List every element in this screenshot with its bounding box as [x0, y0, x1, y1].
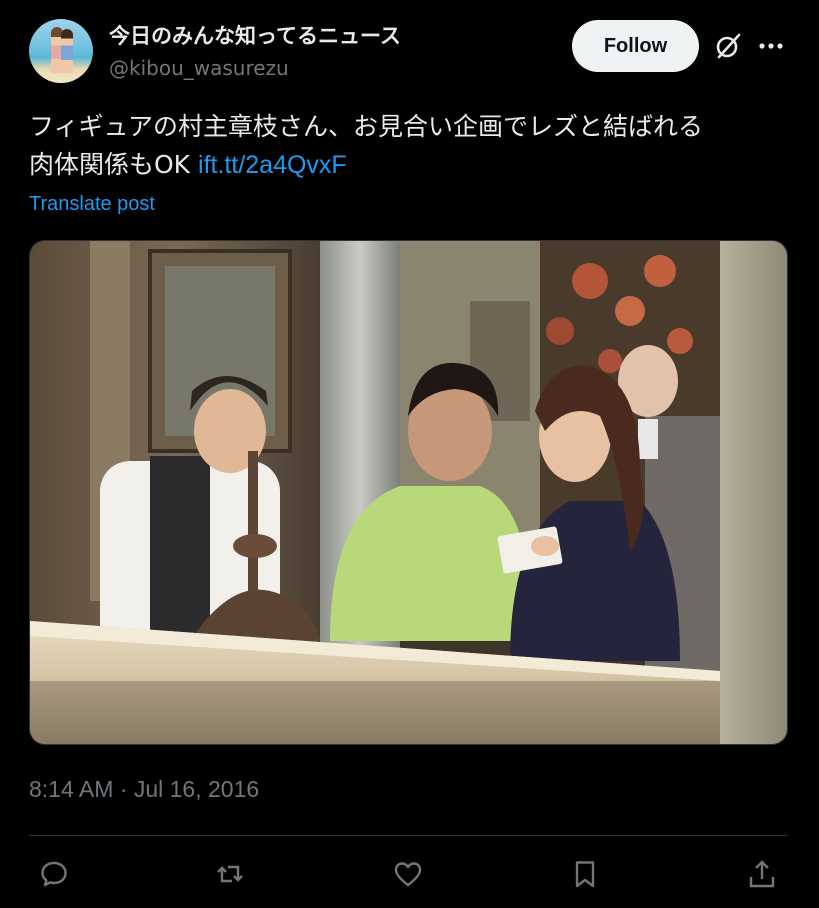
reply-button[interactable] — [37, 857, 71, 891]
translate-post-link[interactable]: Translate post — [29, 193, 155, 216]
reply-icon — [41, 861, 67, 887]
bookmark-button[interactable] — [568, 857, 602, 891]
follow-button[interactable]: Follow — [572, 20, 699, 72]
share-icon — [749, 860, 775, 888]
grok-icon[interactable] — [714, 32, 742, 60]
tweet-card: 今日のみんな知ってるニュース @kibou_wasurezu Follow フィ… — [0, 0, 819, 908]
share-button[interactable] — [745, 857, 779, 891]
heart-icon — [394, 862, 422, 887]
author-display-name[interactable]: 今日のみんな知ってるニュース — [109, 20, 401, 50]
divider — [29, 835, 788, 836]
author-handle[interactable]: @kibou_wasurezu — [109, 56, 289, 80]
tweet-text: フィギュアの村主章枝さん、お見合い企画でレズと結ばれる 肉体関係もOK ift.… — [29, 108, 789, 184]
more-icon[interactable] — [757, 33, 785, 59]
tweet-link[interactable]: ift.tt/2a4QvxF — [198, 151, 347, 179]
like-button[interactable] — [391, 857, 425, 891]
author-avatar[interactable] — [29, 19, 93, 83]
tweet-timestamp[interactable]: 8:14 AM · Jul 16, 2016 — [29, 776, 259, 803]
repost-button[interactable] — [213, 857, 247, 891]
repost-icon — [217, 865, 243, 883]
bookmark-icon — [575, 861, 595, 888]
tweet-text-span: 肉体関係もOK — [29, 150, 191, 179]
tweet-text-line: 肉体関係もOK ift.tt/2a4QvxF — [29, 146, 789, 184]
tweet-text-line: フィギュアの村主章枝さん、お見合い企画でレズと結ばれる — [29, 112, 704, 141]
tweet-photo[interactable] — [29, 240, 788, 745]
avatar-figure — [61, 29, 73, 73]
